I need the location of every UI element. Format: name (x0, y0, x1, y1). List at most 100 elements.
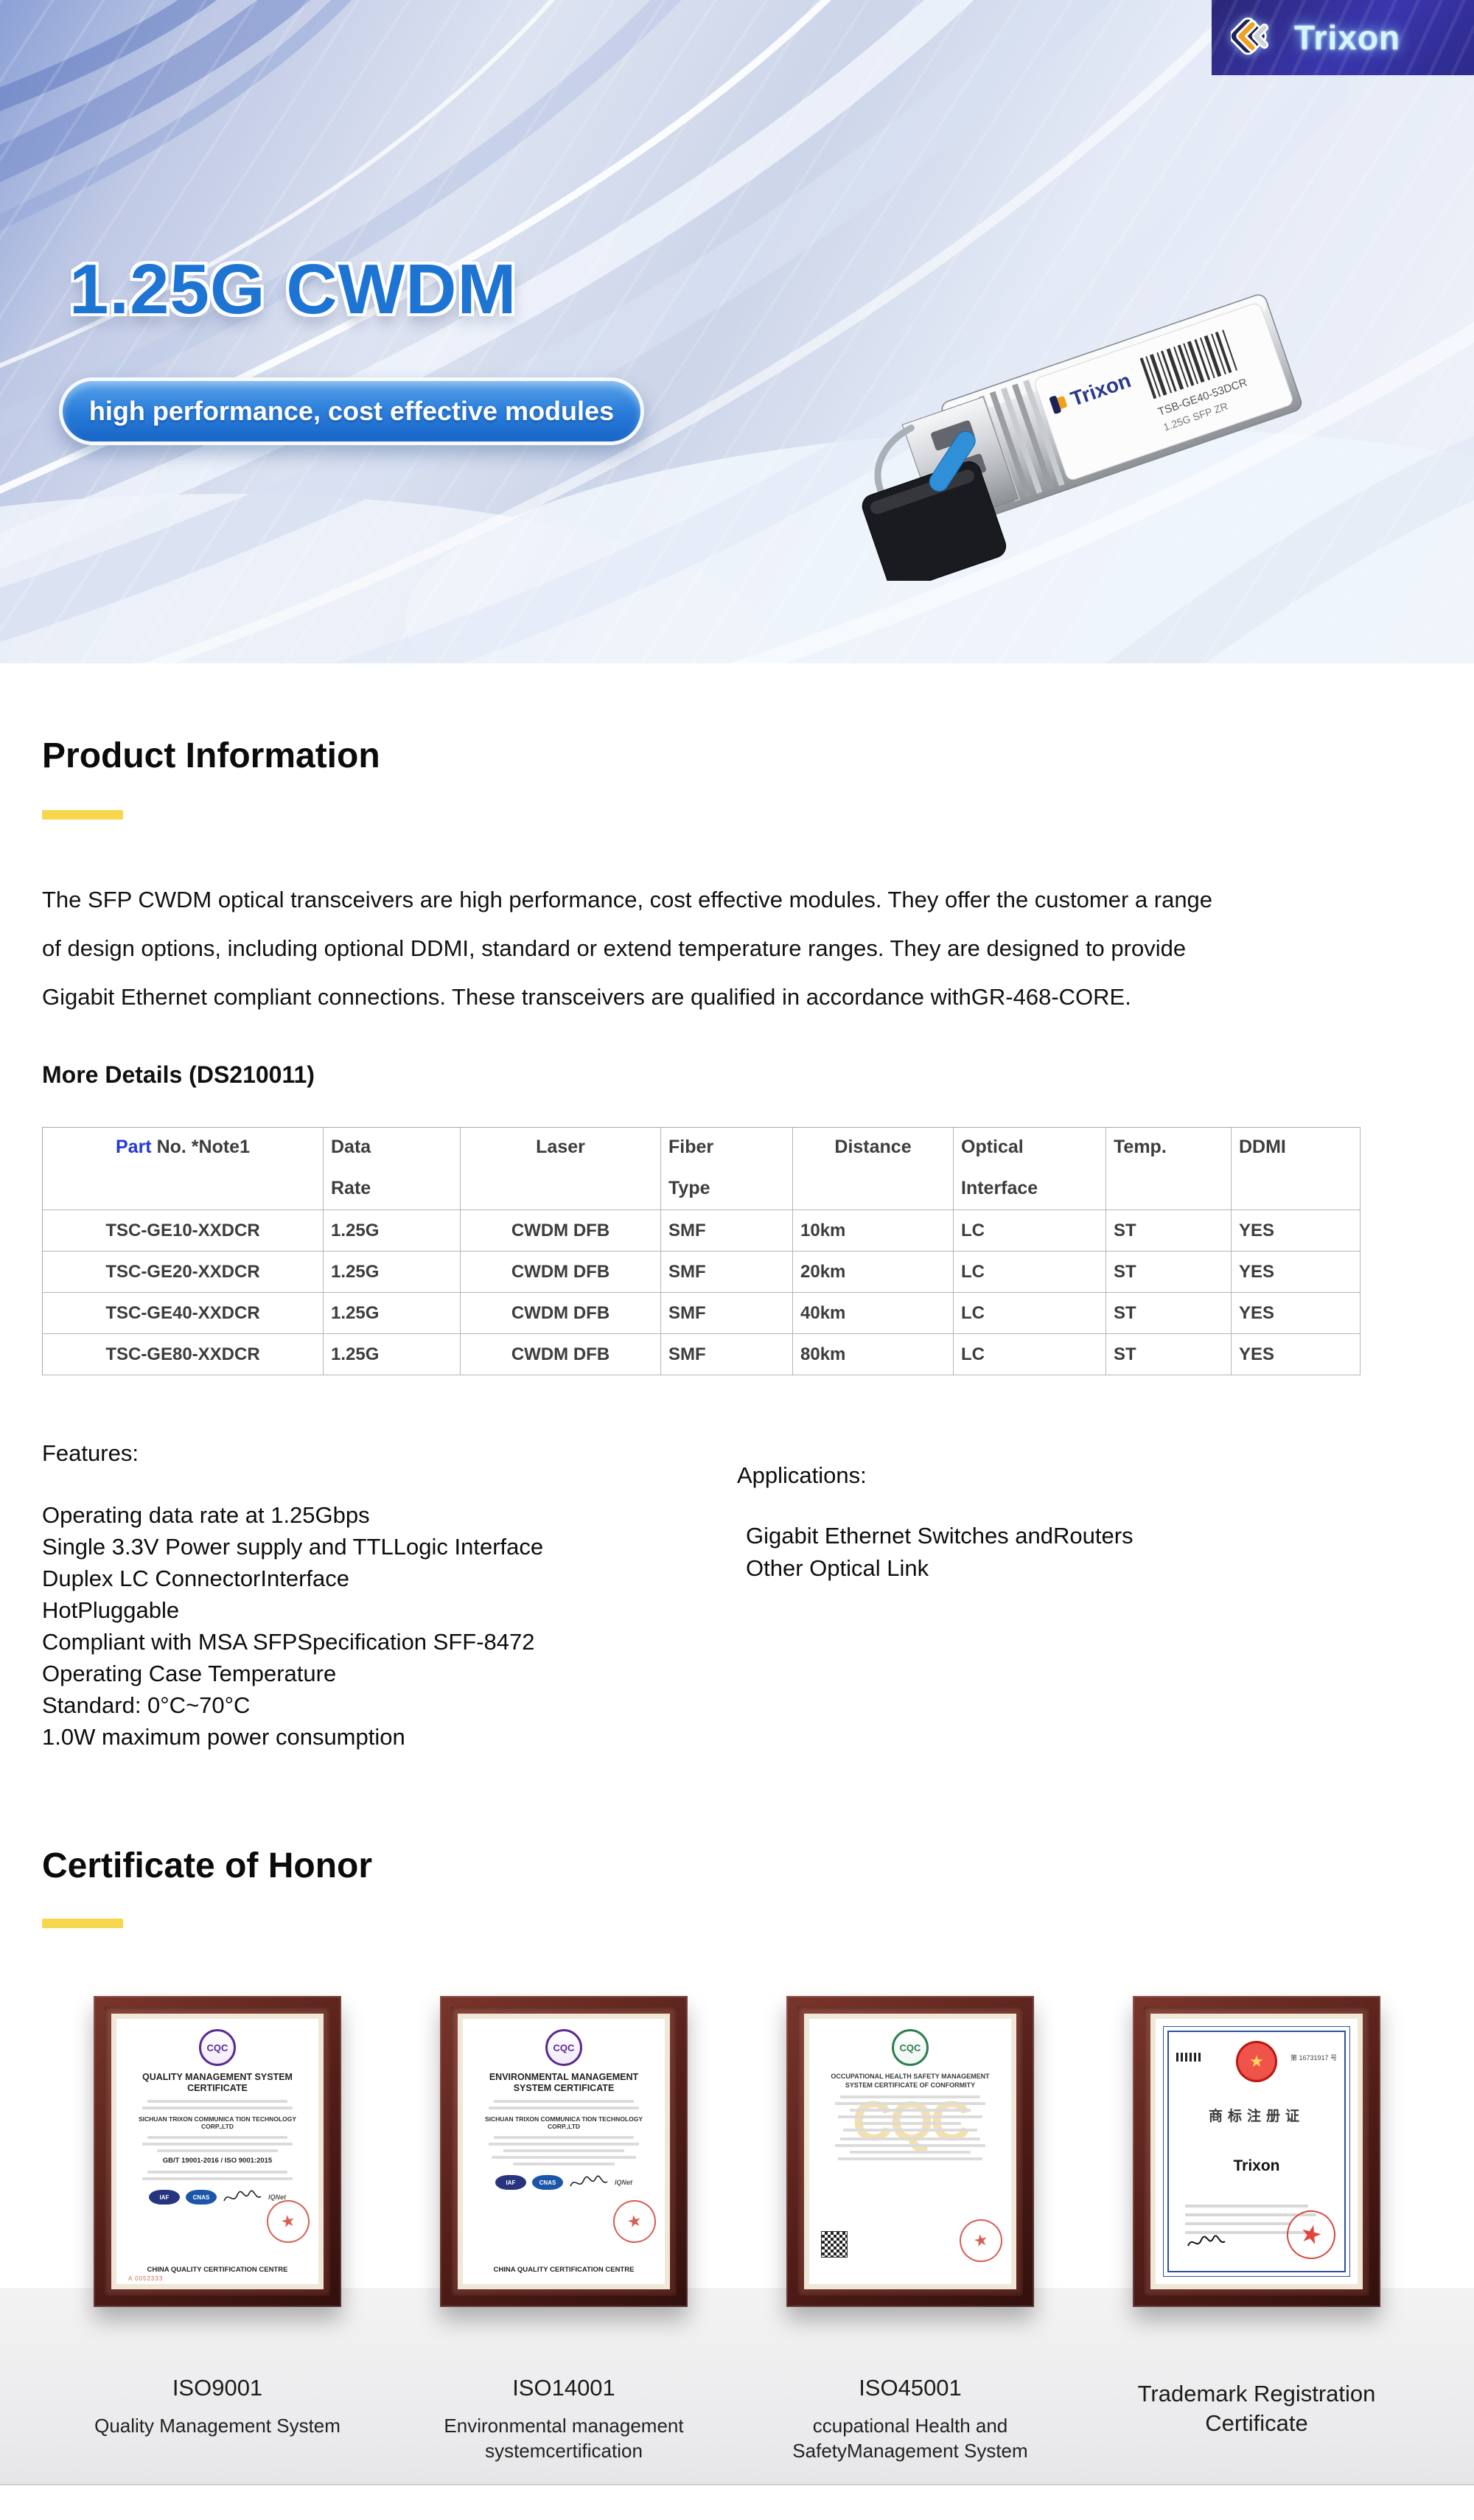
certificate-footer: CHINA QUALITY CERTIFICATION CENTRE (463, 2266, 665, 2274)
spec-table-cell: 80km (793, 1334, 954, 1375)
list-item: Duplex LC ConnectorInterface (42, 1563, 709, 1594)
iaf-logo-icon: IAF (495, 2175, 526, 2190)
certificate-iso45001: CQC CQC OCCUPATIONAL HEALTH SAFETY MANAG… (786, 1996, 1034, 2307)
certificate-iso9001: CQC QUALITY MANAGEMENT SYSTEM CERTIFICAT… (94, 1996, 341, 2307)
certificate-text-lines (136, 2100, 299, 2109)
certificates-row: CQC QUALITY MANAGEMENT SYSTEM CERTIFICAT… (44, 1996, 1430, 2307)
certificate-captions-band: ISO9001 Quality Management System ISO140… (0, 2288, 1474, 2485)
description-line: The SFP CWDM optical transceivers are hi… (42, 876, 1398, 924)
spec-table-cell: YES (1232, 1210, 1361, 1252)
text-line-decoration (513, 2163, 615, 2165)
caption-title: ISO45001 (770, 2373, 1050, 2403)
spec-table-cell: SMF (661, 1293, 793, 1334)
features-list: Operating data rate at 1.25GbpsSingle 3.… (42, 1499, 709, 1753)
cnas-logo-icon: CNAS (532, 2175, 563, 2190)
certificate-paper-title: ENVIRONMENTAL MANAGEMENT SYSTEM CERTIFIC… (463, 2072, 665, 2094)
header-line: Laser (536, 1137, 585, 1158)
spec-table-cell: TSC-GE80-XXDCR (43, 1334, 324, 1375)
sfp-module-image: Trixon TSB-GE40-53DCR 1.25G SFP ZR (824, 259, 1352, 581)
spec-table-cell: LC (954, 1293, 1106, 1334)
frame-inner: CQC QUALITY MANAGEMENT SYSTEM CERTIFICAT… (105, 2007, 330, 2296)
tagline-pill-button[interactable]: high performance, cost effective modules (59, 377, 644, 445)
trademark-serial: 第 16731917 号 (1290, 2053, 1337, 2062)
national-emblem-icon: ★ (1236, 2041, 1277, 2082)
spec-table-header: Data Rate (324, 1128, 461, 1210)
spec-table-cell: 1.25G (324, 1334, 461, 1375)
spec-table-cell: 10km (793, 1210, 954, 1252)
spec-table-cell: TSC-GE10-XXDCR (43, 1210, 324, 1252)
spec-table-cell: SMF (661, 1334, 793, 1375)
certificate-paper: CQC ENVIRONMENTAL MANAGEMENT SYSTEM CERT… (463, 2019, 665, 2284)
certificate-text-lines (136, 2136, 299, 2152)
page-bottom-spacer (0, 2485, 1474, 2510)
more-details-label: More Details (DS210011) (42, 1061, 1432, 1089)
certificate-iso14001: CQC ENVIRONMENTAL MANAGEMENT SYSTEM CERT… (440, 1996, 688, 2307)
header-line: Part No. *Note1 (116, 1137, 250, 1158)
barcode-icon (1176, 2053, 1203, 2062)
spec-table-cell: CWDM DFB (461, 1293, 661, 1334)
caption-trademark: Trademark Registration Certificate (1083, 2373, 1430, 2463)
star-icon: ★ (1249, 2053, 1264, 2070)
certificate-paper: CQC QUALITY MANAGEMENT SYSTEM CERTIFICAT… (116, 2019, 318, 2284)
header-line: Temp. (1114, 1137, 1223, 1158)
certificate-trademark: 第 16731917 号 ★ 商标注册证 Trixon ★ (1133, 1996, 1380, 2307)
cqc-badge-text: CQC (207, 2042, 228, 2053)
frame-mat: 第 16731917 号 ★ 商标注册证 Trixon ★ (1150, 2014, 1363, 2289)
trademark-brand: Trixon (1169, 2157, 1344, 2175)
spec-table-cell: ST (1106, 1293, 1232, 1334)
spec-table-cell: LC (954, 1334, 1106, 1375)
header-line: Optical (961, 1137, 1098, 1158)
spec-table-header: DDMI (1232, 1128, 1361, 1210)
spec-table-header: Distance (793, 1128, 954, 1210)
spec-table-cell: ST (1106, 1334, 1232, 1375)
spec-table-cell: 1.25G (324, 1210, 461, 1252)
header-line: Rate (331, 1178, 453, 1199)
spec-table-cell: YES (1232, 1334, 1361, 1375)
accreditation-logos: IAF CNAS IQNet (463, 2174, 665, 2191)
iqnet-logo-icon: IQNet (268, 2193, 286, 2201)
text-line-decoration (489, 2143, 639, 2146)
certificate-text-lines (482, 2100, 646, 2109)
spec-table-cell: 1.25G (324, 1293, 461, 1334)
text-line-decoration (838, 2157, 982, 2160)
caption-subtitle: ccupational Health and SafetyManagement … (763, 2413, 1058, 2463)
text-line-decoration (840, 2137, 981, 2140)
cqc-logo-icon: CQC (892, 2029, 929, 2066)
frame-mat: CQC CQC OCCUPATIONAL HEALTH SAFETY MANAG… (804, 2014, 1016, 2289)
text-line-decoration (147, 2136, 288, 2139)
certificate-serial: A 0052333 (128, 2275, 163, 2282)
header-line: Distance (834, 1137, 911, 1158)
spec-table-header: OpticalInterface (954, 1128, 1106, 1210)
spec-table-cell: YES (1232, 1252, 1361, 1293)
header-line: Fiber (668, 1137, 785, 1158)
spec-table-cell: TSC-GE40-XXDCR (43, 1293, 324, 1334)
spec-table-header: FiberType (661, 1128, 793, 1210)
caption-iso45001: ISO45001 ccupational Health and SafetyMa… (737, 2373, 1083, 2463)
spec-table-cell: ST (1106, 1210, 1232, 1252)
header-line: Data (331, 1137, 453, 1158)
features-applications-row: Features: Operating data rate at 1.25Gbp… (0, 1440, 1474, 1753)
text-line-decoration (843, 2129, 977, 2132)
spec-table-cell: TSC-GE20-XXDCR (43, 1252, 324, 1293)
red-seal-icon: ★ (609, 2196, 660, 2247)
text-line-decoration (492, 2156, 635, 2159)
text-line-decoration (489, 2107, 639, 2109)
text-line-decoration (859, 2122, 961, 2125)
cqc-badge-text: CQC (553, 2042, 575, 2053)
certificate-paper-title: OCCUPATIONAL HEALTH SAFETY MANAGEMENT SY… (809, 2072, 1011, 2090)
certificate-org: SICHUAN TRIXON COMMUNICA TION TECHNOLOGY… (463, 2115, 665, 2130)
cqc-badge-text: CQC (900, 2042, 921, 2053)
hero-title: 1.25G CWDM (69, 249, 517, 330)
red-seal-icon: ★ (956, 2216, 1007, 2266)
applications-title: Applications: (737, 1462, 1134, 1489)
header-lead: Part (116, 1137, 152, 1157)
certificates-title: Certificate of Honor (42, 1846, 1474, 1886)
hero-banner: Trixon 1.25G CWDM high performance, cost… (0, 0, 1474, 663)
text-line-decoration (494, 2136, 635, 2139)
caption-subtitle: Environmental management systemcertifica… (416, 2413, 711, 2463)
text-line-decoration (147, 2100, 288, 2103)
frame-mat: CQC QUALITY MANAGEMENT SYSTEM CERTIFICAT… (111, 2014, 324, 2289)
spec-table-cell: 20km (793, 1252, 954, 1293)
certificate-paper: CQC CQC OCCUPATIONAL HEALTH SAFETY MANAG… (809, 2019, 1011, 2284)
qr-code-icon (821, 2231, 848, 2258)
